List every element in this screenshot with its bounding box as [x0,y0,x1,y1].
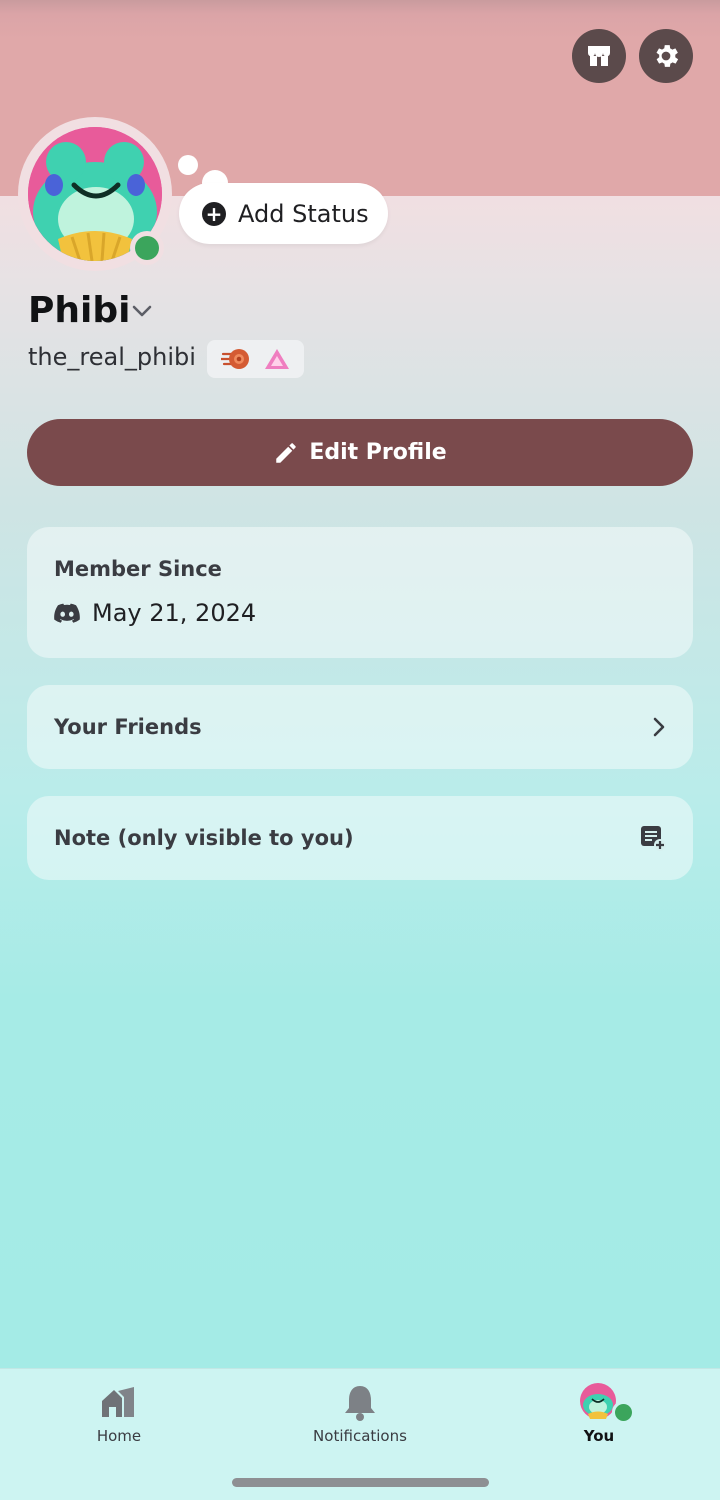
avatar [580,1383,616,1419]
home-indicator[interactable] [232,1478,489,1487]
hypesquad-badge-icon [264,349,289,369]
add-status-label: Add Status [238,199,369,228]
member-since-date: May 21, 2024 [92,599,257,627]
nitro-badge-icon [220,349,249,369]
discord-logo-icon [54,603,80,623]
bell-icon [345,1386,375,1421]
add-status-button[interactable]: + Add Status [179,183,388,244]
chevron-down-icon[interactable] [131,304,153,318]
tab-home-label: Home [96,1427,142,1445]
plus-icon: + [202,201,226,226]
member-since-title: Member Since [54,557,222,581]
note-row[interactable]: Note (only visible to you) [27,796,693,880]
status-bubble-dot [178,155,198,175]
tab-you[interactable]: You [499,1383,699,1445]
chevron-right-icon [653,717,665,737]
shop-icon [588,46,610,66]
settings-button[interactable] [639,29,693,83]
online-status-indicator [612,1401,634,1423]
edit-profile-button[interactable]: Edit Profile [27,419,693,486]
tab-you-label: You [583,1427,615,1445]
pencil-icon [276,442,297,463]
your-friends-label: Your Friends [54,715,202,739]
member-since-card: Member Since May 21, 2024 [27,527,693,658]
tab-notifications[interactable]: Notifications [260,1383,460,1445]
online-status-indicator [130,231,164,265]
shop-button[interactable] [572,29,626,83]
display-name: Phibi [28,290,131,331]
tab-home[interactable]: Home [19,1383,219,1445]
edit-profile-label: Edit Profile [309,440,447,465]
home-icon [102,1387,134,1417]
note-label: Note (only visible to you) [54,826,354,850]
your-friends-row[interactable]: Your Friends [27,685,693,769]
add-note-icon[interactable] [640,825,666,851]
tab-notifications-label: Notifications [313,1427,407,1445]
username: the_real_phibi [28,343,196,371]
gear-icon [656,45,679,67]
profile-badges[interactable] [207,340,304,378]
